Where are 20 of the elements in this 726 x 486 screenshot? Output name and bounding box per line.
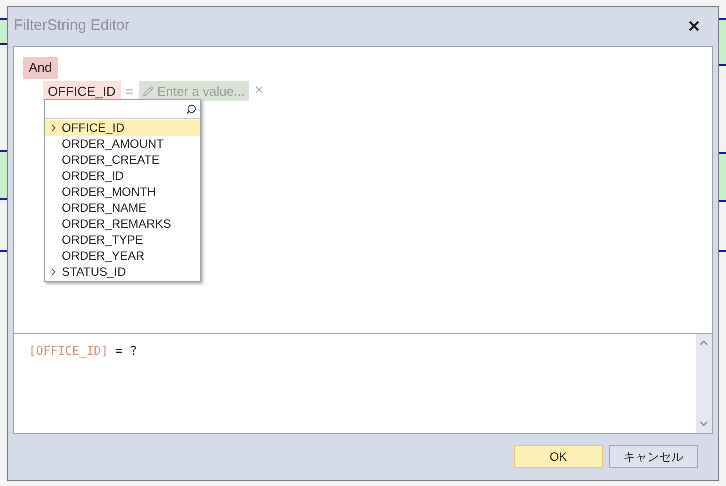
expression-text[interactable]: [OFFICE_ID] = ? [14, 334, 696, 433]
field-name[interactable]: OFFICE_ID [43, 81, 121, 102]
field-item[interactable]: ORDER_CREATE [45, 152, 200, 168]
field-item[interactable]: ORDER_NAME [45, 200, 200, 216]
field-item[interactable]: ORDER_REMARKS [45, 216, 200, 232]
field-item[interactable]: ORDER_ID [45, 168, 200, 184]
ok-button[interactable]: OK [514, 445, 603, 468]
group-operator[interactable]: And [23, 56, 58, 79]
field-item[interactable]: STATUS_ID [45, 264, 200, 280]
field-item[interactable]: ORDER_YEAR [45, 248, 200, 264]
pencil-icon [142, 86, 154, 97]
field-item[interactable]: ORDER_AMOUNT [45, 136, 200, 152]
field-item[interactable]: OFFICE_ID [45, 120, 200, 136]
field-item[interactable]: ORDER_MONTH [45, 184, 200, 200]
scrollbar[interactable] [696, 334, 712, 433]
field-item[interactable]: ORDER_TYPE [45, 232, 200, 248]
close-button[interactable]: × [688, 16, 700, 36]
cancel-button[interactable]: キャンセル [609, 445, 698, 468]
search-icon [186, 104, 197, 114]
window-title: FilterString Editor [14, 16, 130, 36]
